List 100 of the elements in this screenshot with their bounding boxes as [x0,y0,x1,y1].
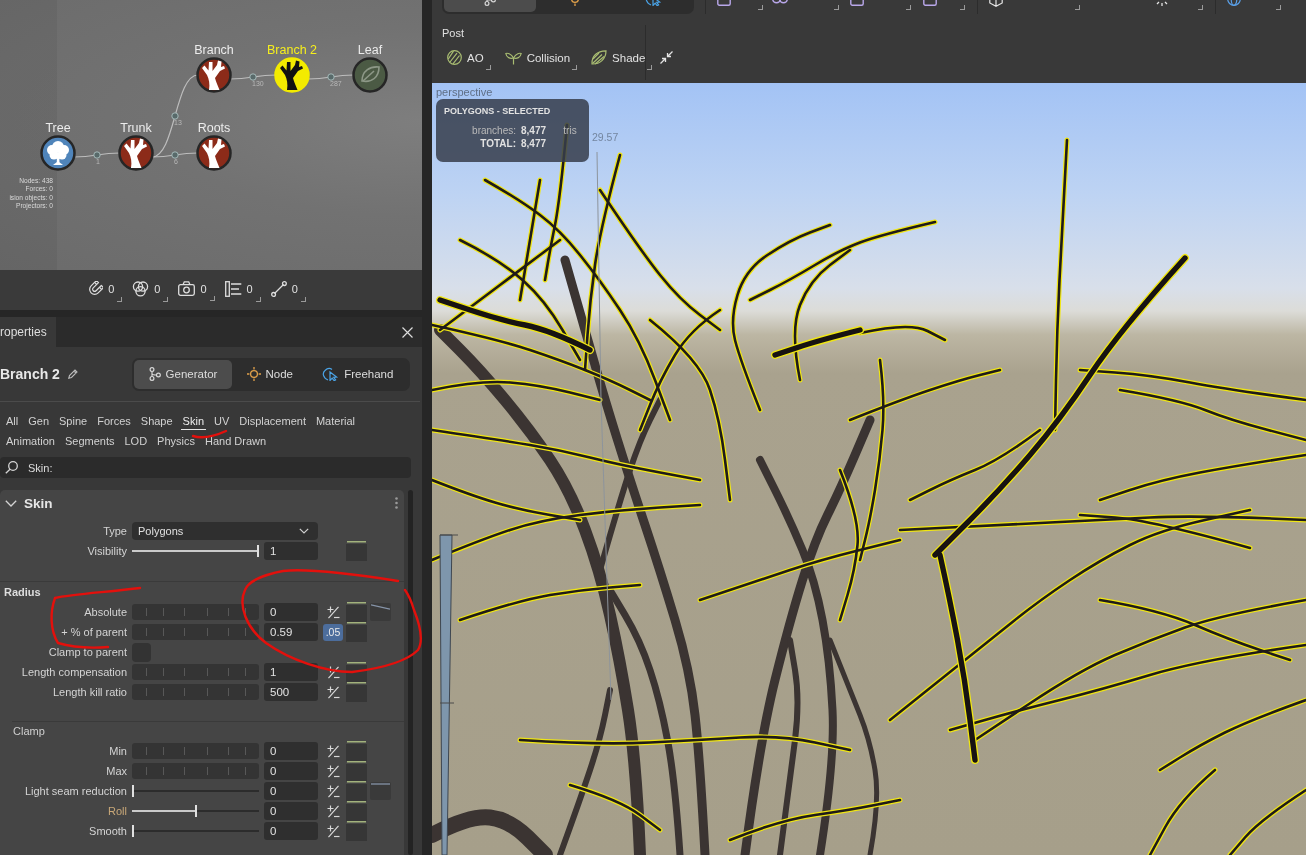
branch-node-icon[interactable] [118,135,154,171]
scrollbar[interactable] [408,490,413,855]
slider-track[interactable] [132,624,259,640]
keyframe-button[interactable] [346,801,367,821]
keyframe-button[interactable] [346,821,367,841]
category-tab[interactable]: Material [313,414,358,430]
value-field[interactable]: 1 [264,663,318,681]
collapse-icon[interactable] [660,51,673,64]
plus-minus-icon[interactable] [326,784,340,798]
hatched-leaf-icon [591,50,608,65]
value-field[interactable]: 500 [264,683,318,701]
category-tab[interactable]: UV [212,414,232,430]
category-tab[interactable]: All [4,414,21,430]
branch-node-icon[interactable] [196,57,232,93]
value-field[interactable]: 0 [264,782,318,800]
connector-dot-icon [327,73,335,81]
category-tab[interactable]: LOD [122,434,150,450]
toolbar-button[interactable]: Collision [499,47,579,70]
category-tab[interactable]: Shape [138,414,175,430]
chevron-down-icon[interactable] [5,499,17,507]
counter-button[interactable]: 0 [176,279,216,301]
value-field[interactable]: 0.59 [264,623,318,641]
field-label: Length compensation [21,666,127,678]
plus-minus-icon[interactable] [326,744,340,758]
close-icon[interactable] [402,326,413,338]
keyframe-button[interactable] [346,541,367,561]
category-tab[interactable]: Hand Drawn [203,434,269,450]
value-field[interactable]: 1 [264,542,318,560]
value-field[interactable]: 0 [264,742,318,760]
category-tab[interactable]: Displacement [237,414,308,430]
keyframe-button[interactable] [346,622,367,642]
field-label: Visibility [87,545,127,557]
keyframe-button[interactable] [346,761,367,781]
category-tab[interactable]: Skin [180,414,206,430]
connector-dot-icon [171,112,179,120]
keyframe-button[interactable] [346,741,367,761]
connector-dot-icon [171,151,179,159]
toolbar-button[interactable]: Shade [586,47,654,70]
slider-track[interactable] [132,763,259,779]
plus-minus-icon[interactable] [326,804,340,818]
field-label: Max [106,765,127,777]
type-dropdown[interactable]: Polygons [132,522,318,540]
toolbar-button[interactable]: AO [442,47,492,70]
category-tab[interactable]: Animation [4,434,57,450]
slider-thumb[interactable] [194,805,197,817]
keyframe-button[interactable] [346,682,367,702]
three-circles-icon [132,280,150,297]
mode-tab[interactable]: Node [231,359,308,389]
plus-minus-icon[interactable] [326,764,340,778]
line-segment-icon [270,280,287,297]
slider-track[interactable] [132,664,259,680]
counter-button[interactable]: 0 [130,278,170,302]
pencil-icon[interactable] [67,369,78,379]
category-tab[interactable]: Forces [95,414,133,430]
category-tab[interactable]: Segments [62,434,117,450]
mode-tab[interactable]: Freehand [307,359,408,389]
tree-node-icon[interactable] [40,135,76,171]
keyframe-button[interactable] [346,781,367,801]
category-tab[interactable]: Spine [57,414,90,430]
slider-track[interactable] [132,743,259,759]
viewport-3d[interactable]: perspective POLYGONS - SELECTED branches: 8,477 tris TOTAL: 8,477 29.57 [432,83,1306,855]
node-title: Branch 2 [0,366,60,382]
search-field[interactable]: Skin: [0,457,411,478]
value-field[interactable]: 0 [264,603,318,621]
info-label: TOTAL: [480,138,516,150]
branch-node-icon[interactable] [196,135,232,171]
counter-button[interactable]: 0 [222,278,262,302]
info-value: 8,477 [521,125,547,137]
counter-button[interactable]: 0 [85,278,124,302]
sprout-icon [504,50,522,65]
plus-minus-icon[interactable] [326,605,340,619]
value-field[interactable]: 0 [264,802,318,820]
panel-tab[interactable]: roperties [0,317,56,347]
connector-dot-icon [93,151,101,159]
value-field[interactable]: 0 [264,762,318,780]
section-title: Skin [24,495,53,511]
mode-tab[interactable]: Generator [134,359,232,389]
slider-track[interactable] [132,604,259,620]
curve-button[interactable] [370,603,391,621]
field-label: Roll [108,805,127,817]
kebab-menu-icon[interactable] [395,497,398,509]
field-label: Clamp to parent [48,646,127,658]
counter-button[interactable]: 0 [268,278,307,302]
connector-dot-icon [249,73,257,81]
plus-minus-icon[interactable] [326,665,340,679]
sun-icon [246,367,261,381]
fork-icon [148,367,161,381]
hand-drawn-underline [191,429,228,439]
plus-minus-icon[interactable] [326,824,340,838]
category-tab[interactable]: Gen [26,414,52,430]
search-icon [5,461,18,474]
cursor-icon [322,367,340,381]
plus-minus-icon[interactable] [326,685,340,699]
field-label: Type [103,525,127,537]
step-badge[interactable]: .05 [323,623,343,641]
slider-track[interactable] [132,684,259,700]
category-tab[interactable]: Physics [155,434,197,450]
leaf-node-icon[interactable] [352,57,388,93]
value-field[interactable]: 0 [264,822,318,840]
keyframe-button[interactable] [346,602,367,622]
